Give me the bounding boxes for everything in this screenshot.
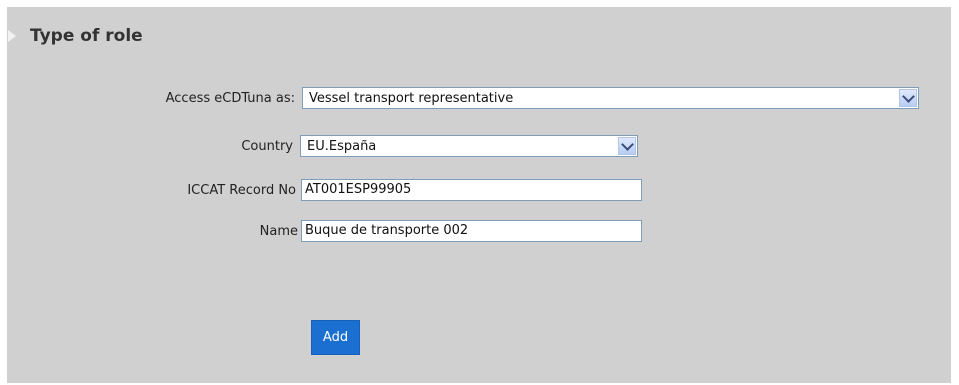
section-header: Type of role (8, 26, 143, 46)
access-select-value: Vessel transport representative (309, 90, 514, 106)
iccat-label: ICCAT Record No (187, 182, 296, 198)
access-dropdown-button[interactable] (899, 89, 917, 107)
country-dropdown-button[interactable] (618, 137, 636, 155)
access-row: Access eCDTuna as: Vessel transport repr… (0, 87, 919, 109)
triangle-right-icon (8, 30, 16, 42)
country-label: Country (241, 138, 293, 154)
access-select[interactable]: Vessel transport representative (302, 87, 919, 109)
access-label: Access eCDTuna as: (165, 90, 295, 106)
iccat-record-input[interactable]: AT001ESP99905 (301, 179, 642, 201)
section-title: Type of role (30, 26, 143, 46)
country-select-value: EU.España (307, 138, 377, 154)
name-row: Name Buque de transporte 002 (0, 220, 642, 242)
chevron-down-icon (620, 137, 634, 151)
name-label: Name (259, 223, 298, 239)
country-select[interactable]: EU.España (300, 135, 638, 157)
add-button[interactable]: Add (311, 320, 360, 355)
iccat-row: ICCAT Record No AT001ESP99905 (0, 179, 642, 201)
chevron-down-icon (901, 89, 915, 103)
name-input[interactable]: Buque de transporte 002 (301, 220, 642, 242)
country-row: Country EU.España (0, 135, 638, 157)
